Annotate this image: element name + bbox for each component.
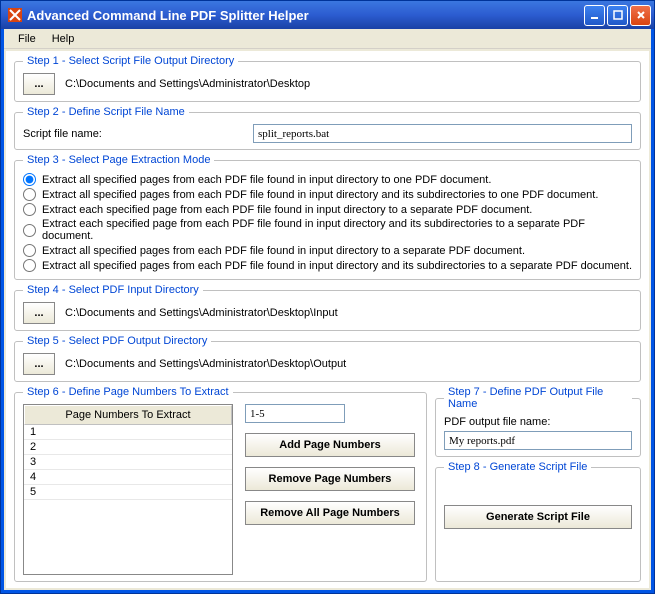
extraction-mode-option[interactable]: Extract all specified pages from each PD… <box>23 258 632 273</box>
step4-group: Step 4 - Select PDF Input Directory ... … <box>14 284 641 331</box>
extraction-mode-radio[interactable] <box>23 259 36 272</box>
list-item[interactable]: 2 <box>24 440 232 455</box>
output-filename-input[interactable] <box>444 431 632 450</box>
step5-browse-button[interactable]: ... <box>23 353 55 375</box>
extraction-mode-option[interactable]: Extract all specified pages from each PD… <box>23 187 632 202</box>
list-item[interactable]: 1 <box>24 425 232 440</box>
extraction-mode-option[interactable]: Extract all specified pages from each PD… <box>23 243 632 258</box>
extraction-mode-label: Extract each specified page from each PD… <box>42 204 532 216</box>
extraction-mode-label: Extract all specified pages from each PD… <box>42 260 632 272</box>
step8-group: Step 8 - Generate Script File Generate S… <box>435 461 641 582</box>
extraction-mode-option[interactable]: Extract each specified page from each PD… <box>23 217 632 243</box>
menubar: File Help <box>4 29 651 49</box>
extraction-mode-option[interactable]: Extract each specified page from each PD… <box>23 202 632 217</box>
extraction-mode-radio[interactable] <box>23 224 36 237</box>
step5-legend: Step 5 - Select PDF Output Directory <box>23 335 211 347</box>
step3-legend: Step 3 - Select Page Extraction Mode <box>23 154 214 166</box>
menu-file[interactable]: File <box>10 31 44 47</box>
step1-browse-button[interactable]: ... <box>23 73 55 95</box>
list-item[interactable]: 3 <box>24 455 232 470</box>
step8-legend: Step 8 - Generate Script File <box>444 461 591 473</box>
extraction-mode-option[interactable]: Extract all specified pages from each PD… <box>23 172 632 187</box>
menu-help[interactable]: Help <box>44 31 83 47</box>
remove-all-page-numbers-button[interactable]: Remove All Page Numbers <box>245 501 415 525</box>
step7-label: PDF output file name: <box>444 416 632 428</box>
step4-browse-button[interactable]: ... <box>23 302 55 324</box>
page-range-input[interactable] <box>245 404 345 423</box>
titlebar: Advanced Command Line PDF Splitter Helpe… <box>1 1 654 29</box>
step3-group: Step 3 - Select Page Extraction Mode Ext… <box>14 154 641 280</box>
script-filename-input[interactable] <box>253 124 632 143</box>
list-item[interactable]: 4 <box>24 470 232 485</box>
step1-legend: Step 1 - Select Script File Output Direc… <box>23 55 238 67</box>
step6-group: Step 6 - Define Page Numbers To Extract … <box>14 386 427 582</box>
step7-legend: Step 7 - Define PDF Output File Name <box>444 386 632 410</box>
step5-path: C:\Documents and Settings\Administrator\… <box>65 358 346 370</box>
page-numbers-list[interactable]: Page Numbers To Extract 12345 <box>23 404 233 575</box>
extraction-mode-radio[interactable] <box>23 173 36 186</box>
step2-legend: Step 2 - Define Script File Name <box>23 106 189 118</box>
generate-script-button[interactable]: Generate Script File <box>444 505 632 529</box>
step4-legend: Step 4 - Select PDF Input Directory <box>23 284 203 296</box>
titlebar-text: Advanced Command Line PDF Splitter Helpe… <box>27 8 584 23</box>
client-area: File Help Step 1 - Select Script File Ou… <box>1 29 654 593</box>
extraction-mode-label: Extract all specified pages from each PD… <box>42 174 491 186</box>
content: Step 1 - Select Script File Output Direc… <box>6 51 649 588</box>
step1-group: Step 1 - Select Script File Output Direc… <box>14 55 641 102</box>
step7-group: Step 7 - Define PDF Output File Name PDF… <box>435 386 641 457</box>
list-header: Page Numbers To Extract <box>24 405 232 425</box>
remove-page-numbers-button[interactable]: Remove Page Numbers <box>245 467 415 491</box>
extraction-mode-label: Extract all specified pages from each PD… <box>42 189 598 201</box>
bottom-row: Step 6 - Define Page Numbers To Extract … <box>14 386 641 582</box>
step4-path: C:\Documents and Settings\Administrator\… <box>65 307 338 319</box>
maximize-button[interactable] <box>607 5 628 26</box>
extraction-mode-radio[interactable] <box>23 188 36 201</box>
step2-label: Script file name: <box>23 128 243 140</box>
extraction-mode-radio[interactable] <box>23 203 36 216</box>
window-buttons <box>584 5 651 26</box>
extraction-mode-radio[interactable] <box>23 244 36 257</box>
list-item[interactable]: 5 <box>24 485 232 500</box>
step5-group: Step 5 - Select PDF Output Directory ...… <box>14 335 641 382</box>
app-icon <box>7 7 23 23</box>
add-page-numbers-button[interactable]: Add Page Numbers <box>245 433 415 457</box>
close-button[interactable] <box>630 5 651 26</box>
minimize-button[interactable] <box>584 5 605 26</box>
extraction-mode-label: Extract each specified page from each PD… <box>42 218 632 242</box>
step1-path: C:\Documents and Settings\Administrator\… <box>65 78 310 90</box>
step6-legend: Step 6 - Define Page Numbers To Extract <box>23 386 233 398</box>
step2-group: Step 2 - Define Script File Name Script … <box>14 106 641 150</box>
extraction-mode-label: Extract all specified pages from each PD… <box>42 245 525 257</box>
app-window: Advanced Command Line PDF Splitter Helpe… <box>0 0 655 594</box>
